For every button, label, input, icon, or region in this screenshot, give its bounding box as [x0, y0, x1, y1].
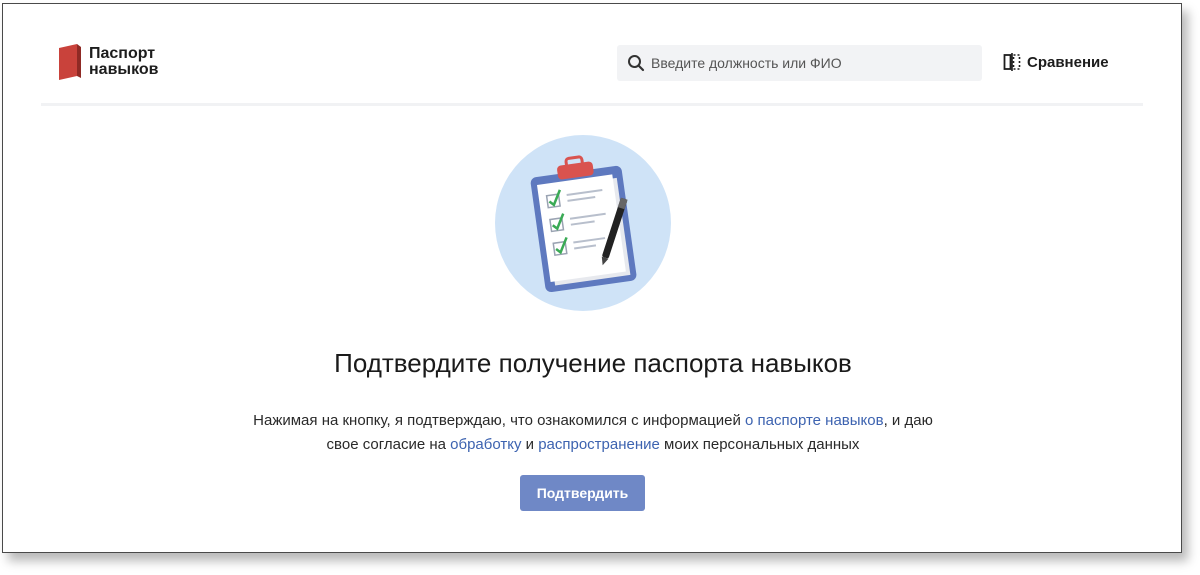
consent-text: Нажимая на кнопку, я подтверждаю, что оз…	[3, 409, 1183, 457]
page-frame: Паспорт навыков Сравнение	[2, 3, 1182, 553]
compare-link[interactable]: Сравнение	[1003, 53, 1109, 71]
distribution-link[interactable]: распространение	[538, 436, 660, 453]
consent-text-part: моих персональных данных	[659, 436, 860, 453]
logo-line-2: навыков	[89, 61, 159, 78]
consent-text-part: свое согласие на	[326, 436, 451, 453]
consent-line-2: свое согласие на обработку и распростран…	[3, 433, 1183, 457]
clipboard-checklist-icon	[495, 135, 671, 311]
consent-text-part: , и даю	[883, 412, 933, 429]
consent-line-1: Нажимая на кнопку, я подтверждаю, что оз…	[3, 409, 1183, 433]
consent-text-part: и	[521, 436, 539, 453]
processing-link[interactable]: обработку	[450, 436, 521, 453]
logo[interactable]: Паспорт навыков	[59, 44, 179, 80]
page-title: Подтвердите получение паспорта навыков	[334, 348, 852, 378]
compare-icon	[1003, 53, 1021, 71]
header: Паспорт навыков Сравнение	[41, 4, 1143, 106]
logo-text: Паспорт навыков	[89, 46, 179, 78]
search-icon	[628, 55, 645, 72]
logo-line-1: Паспорт	[89, 45, 156, 62]
compare-label: Сравнение	[1027, 53, 1109, 71]
search-input[interactable]	[651, 55, 971, 71]
logo-book-icon	[59, 44, 81, 80]
confirm-button[interactable]: Подтвердить	[520, 475, 645, 511]
consent-text-part: Нажимая на кнопку, я подтверждаю, что оз…	[253, 412, 745, 429]
search-box	[617, 45, 982, 81]
about-passport-link[interactable]: о паспорте навыков	[745, 412, 884, 429]
